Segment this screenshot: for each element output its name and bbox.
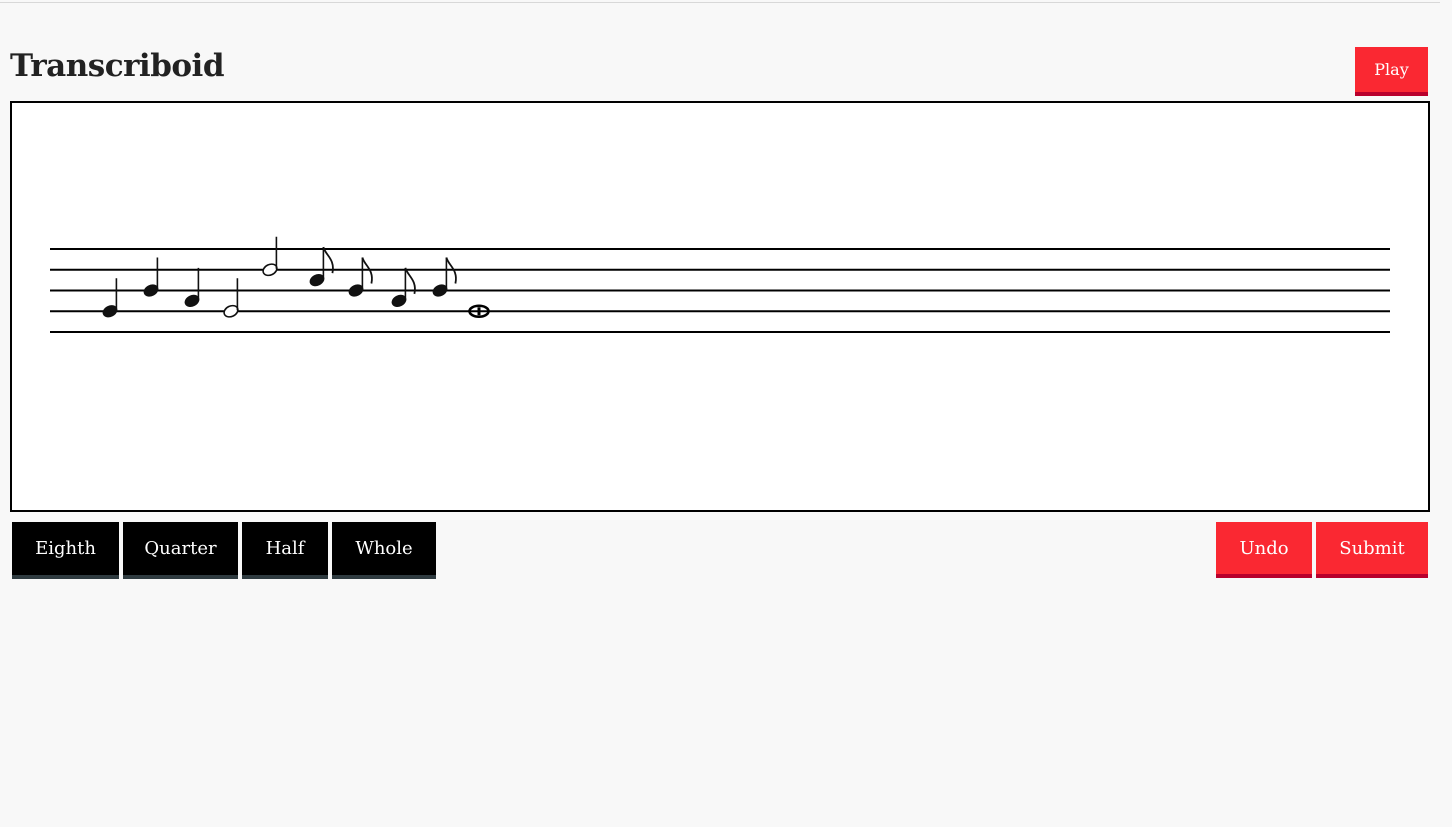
staff-canvas[interactable] — [10, 101, 1430, 512]
music-staff — [50, 236, 1390, 333]
half-note — [223, 278, 239, 318]
eighth-note — [391, 267, 416, 307]
submit-button[interactable]: Submit — [1316, 522, 1428, 578]
undo-button[interactable]: Undo — [1216, 522, 1312, 578]
staff-lines — [50, 248, 1390, 333]
half-note-button[interactable]: Half — [242, 522, 328, 579]
quarter-note — [102, 278, 118, 318]
quarter-note-button[interactable]: Quarter — [123, 522, 238, 579]
quarter-note — [143, 257, 159, 297]
top-divider — [0, 2, 1440, 3]
eighth-note — [432, 257, 457, 297]
eighth-note — [348, 257, 373, 297]
play-button[interactable]: Play — [1355, 47, 1428, 96]
quarter-note — [184, 267, 200, 307]
half-note — [262, 236, 278, 277]
whole-note-button[interactable]: Whole — [332, 522, 436, 579]
app-title: Transcriboid — [10, 48, 225, 84]
eighth-note — [309, 246, 334, 287]
eighth-note-button[interactable]: Eighth — [12, 522, 119, 579]
